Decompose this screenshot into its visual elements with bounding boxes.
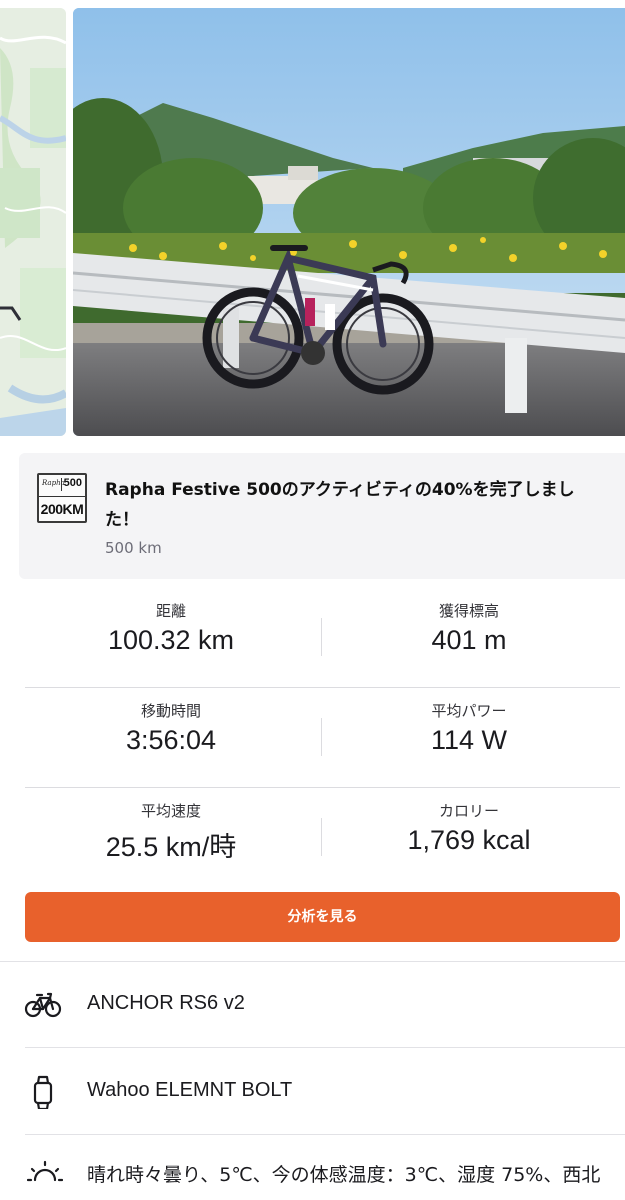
stat-label: カロリー — [438, 802, 499, 820]
stat-label: 移動時間 — [140, 702, 201, 720]
road-bike-photo-graphic — [73, 8, 625, 436]
achievement-subtitle: 500 km — [105, 539, 162, 557]
stat-label: 平均パワー — [431, 702, 507, 720]
stat-average-speed: 平均速度 25.5 km/時 — [25, 788, 317, 864]
gear-device-name: Wahoo ELEMNT BOLT — [87, 1079, 293, 1101]
stat-elevation-gain: 獲得標高 401 m — [323, 588, 615, 656]
stat-average-power: 平均パワー 114 W — [323, 688, 615, 756]
achievement-title: Rapha Festive 500のアクティビティの40%を完了しました！ — [105, 480, 575, 530]
stat-label: 獲得標高 — [438, 602, 499, 620]
stat-calories: カロリー 1,769 kcal — [323, 788, 615, 856]
challenge-badge-icon: Rapha 500 200KM — [37, 473, 87, 523]
stats-row: 平均速度 25.5 km/時 カロリー 1,769 kcal — [25, 788, 620, 888]
weather-row: 晴れ時々曇り、5℃、今の体感温度：3℃、湿度 75%、西北 — [0, 1136, 625, 1200]
watch-icon — [33, 1075, 53, 1109]
route-map-thumbnail[interactable] — [0, 8, 66, 436]
gear-row-bike[interactable]: ANCHOR RS6 v2 — [0, 962, 625, 1048]
stat-divider — [321, 818, 322, 856]
bike-icon — [24, 992, 62, 1018]
gear-bike-name: ANCHOR RS6 v2 — [87, 992, 245, 1014]
stat-label: 距離 — [155, 602, 186, 620]
weather-summary: 晴れ時々曇り、5℃、今の体感温度：3℃、湿度 75%、西北 — [87, 1164, 601, 1186]
stat-value: 114 W — [430, 725, 508, 755]
stat-value: 1,769 kcal — [407, 825, 531, 855]
stats-row: 距離 100.32 km 獲得標高 401 m — [25, 588, 620, 688]
row-divider — [25, 1047, 625, 1048]
badge-number: 500 — [60, 477, 82, 491]
activity-media-strip — [0, 0, 625, 440]
stat-moving-time: 移動時間 3:56:04 — [25, 688, 317, 756]
map-graphic — [0, 8, 66, 436]
stat-value: 25.5 km/時 — [105, 832, 237, 862]
stat-distance: 距離 100.32 km — [25, 588, 317, 656]
stat-value: 401 m — [431, 625, 507, 655]
activity-photo[interactable] — [73, 8, 625, 436]
gear-row-device[interactable]: Wahoo ELEMNT BOLT — [0, 1049, 625, 1135]
achievement-card[interactable]: Rapha 500 200KM Rapha Festive 500のアクティビテ… — [19, 453, 625, 579]
activity-stats-grid: 距離 100.32 km 獲得標高 401 m 移動時間 3:56:04 平均パ… — [25, 588, 620, 888]
stats-row: 移動時間 3:56:04 平均パワー 114 W — [25, 688, 620, 788]
stat-divider — [321, 718, 322, 756]
row-divider — [25, 1134, 625, 1135]
stat-value: 100.32 km — [107, 625, 235, 655]
stat-label: 平均速度 — [140, 802, 201, 820]
weather-sun-cloud-icon — [27, 1160, 63, 1182]
badge-header: Rapha 500 — [39, 475, 85, 495]
stat-divider — [321, 618, 322, 656]
stat-value: 3:56:04 — [125, 725, 217, 755]
badge-distance: 200KM — [39, 496, 85, 521]
view-analysis-button[interactable]: 分析を見る — [25, 892, 620, 942]
